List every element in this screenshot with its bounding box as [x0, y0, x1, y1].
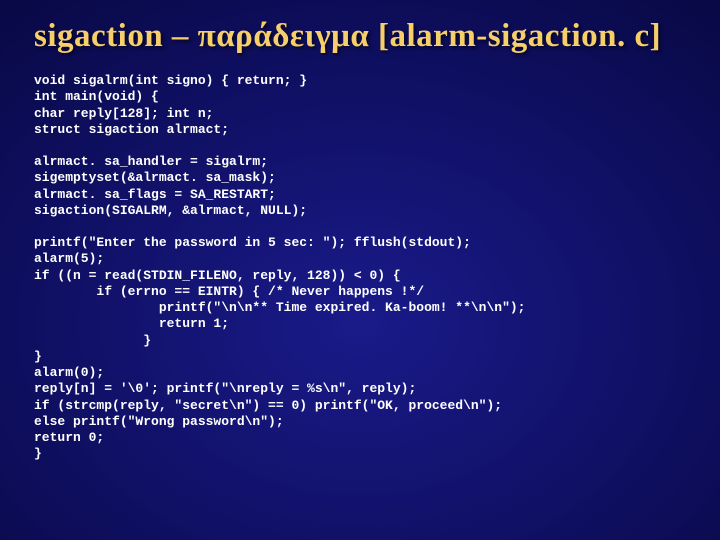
code-block-1: void sigalrm(int signo) { return; } int … [34, 73, 686, 138]
code-block-2: alrmact. sa_handler = sigalrm; sigemptys… [34, 154, 686, 219]
slide: sigaction – παράδειγμα [alarm-sigaction.… [0, 0, 720, 540]
code-block-3: printf("Enter the password in 5 sec: ");… [34, 235, 686, 463]
slide-title: sigaction – παράδειγμα [alarm-sigaction.… [34, 18, 686, 55]
